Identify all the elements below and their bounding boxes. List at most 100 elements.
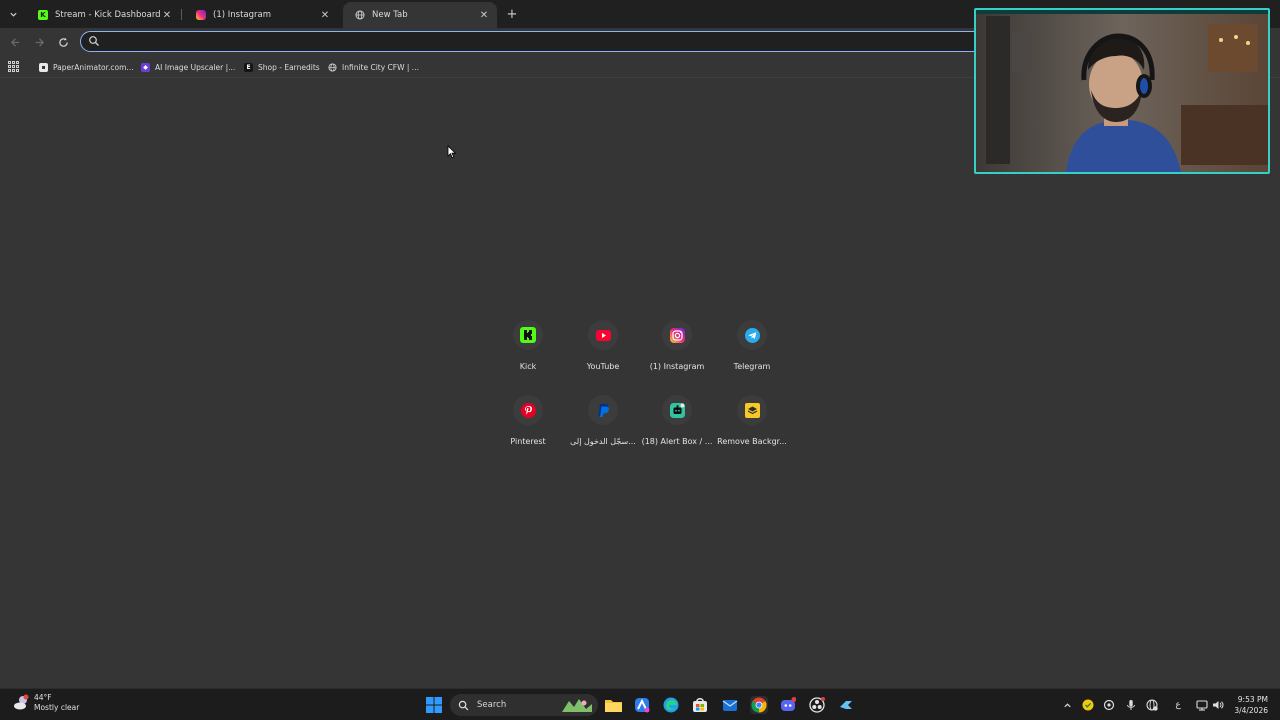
- bookmark-label: AI Image Upscaler |...: [155, 62, 236, 72]
- obs-icon: [809, 697, 825, 713]
- shortcut-tile: [662, 395, 692, 425]
- webcam-overlay: [974, 8, 1270, 174]
- tab-search-button[interactable]: [4, 5, 22, 23]
- search-icon: [458, 700, 469, 710]
- shortcut-telegram[interactable]: Telegram: [714, 318, 790, 388]
- browser-window: K Stream - Kick Dashboard ✕ (1) Instagra…: [0, 0, 1280, 720]
- language-indicator[interactable]: ع: [1171, 698, 1185, 712]
- shortcut-tile: [737, 320, 767, 350]
- forward-button[interactable]: [30, 33, 48, 51]
- bookmark-ai-image-upscaler[interactable]: ◆ AI Image Upscaler |...: [141, 60, 235, 74]
- shortcut-tile: [588, 320, 618, 350]
- shortcut-label: (18) Alert Box / ...: [641, 437, 713, 446]
- clock-date: 3/4/2026: [1234, 706, 1268, 715]
- tab-title: New Tab: [372, 10, 408, 20]
- shortcut-alert-box[interactable]: (18) Alert Box / ...: [639, 393, 715, 463]
- shortcut-tile: [737, 395, 767, 425]
- arrow-left-icon: [10, 37, 19, 47]
- tab-separator: [181, 9, 182, 20]
- shortcut-tile: [662, 320, 692, 350]
- taskbar-file-explorer[interactable]: [604, 696, 622, 714]
- tab-instagram[interactable]: (1) Instagram ✕: [184, 2, 338, 28]
- apps-grid-icon[interactable]: [8, 61, 19, 72]
- moon-cloud-icon: [14, 694, 29, 710]
- shortcut-instagram[interactable]: (1) Instagram: [639, 318, 715, 388]
- shortcut-label: Pinterest: [510, 437, 546, 446]
- shortcut-label: (1) Instagram: [649, 362, 705, 371]
- close-icon[interactable]: ✕: [160, 8, 174, 22]
- arrow-right-icon: [35, 37, 44, 47]
- bookmark-infinite-city[interactable]: Infinite City CFW | ...: [328, 60, 419, 74]
- edge-icon: [663, 697, 679, 713]
- system-clock[interactable]: 9:53 PM 3/4/2026: [1234, 694, 1268, 716]
- shortcut-paypal[interactable]: سجّل الدخول إلى...: [565, 393, 641, 463]
- kick-icon: K: [38, 10, 48, 20]
- windows-taskbar: 44°F Mostly clear Search ع 9:53 PM 3/4/2…: [0, 688, 1280, 720]
- taskbar-chrome[interactable]: [750, 696, 768, 714]
- shortcut-label: Remove Backgr...: [717, 437, 787, 446]
- address-input[interactable]: [105, 34, 985, 49]
- globe-icon: [328, 62, 337, 72]
- shortcut-label: سجّل الدخول إلى...: [570, 437, 636, 446]
- weather-temp: 44°F: [34, 693, 52, 702]
- back-button[interactable]: [6, 33, 24, 51]
- close-icon[interactable]: ✕: [477, 8, 491, 22]
- taskbar-obs[interactable]: [808, 696, 826, 714]
- shortcut-label: YouTube: [586, 362, 620, 371]
- taskbar-edge[interactable]: [662, 696, 680, 714]
- bookmark-label: Shop - Earnedits: [258, 62, 320, 72]
- chevron-up-icon: [1063, 702, 1071, 707]
- tab-new-tab[interactable]: New Tab ✕: [343, 2, 497, 28]
- shortcut-remove-background[interactable]: Remove Backgr...: [714, 393, 790, 463]
- tray-camera-icon[interactable]: [1102, 698, 1116, 712]
- taskbar-m365-copilot[interactable]: [633, 696, 651, 714]
- paypal-icon: [598, 403, 609, 417]
- reload-button[interactable]: [54, 33, 72, 51]
- weather-widget[interactable]: 44°F Mostly clear: [12, 693, 79, 713]
- shortcut-tile: [513, 320, 543, 350]
- taskbar-search-box[interactable]: Search: [450, 694, 598, 716]
- webcam-frame-accent: [976, 10, 1268, 14]
- tray-norton-icon[interactable]: [1081, 698, 1095, 712]
- close-icon[interactable]: ✕: [318, 8, 332, 22]
- youtube-icon: [595, 329, 611, 341]
- tray-microphone-icon[interactable]: [1124, 698, 1138, 712]
- instagram-icon: [669, 327, 685, 343]
- tab-title: (1) Instagram: [213, 10, 271, 20]
- folder-icon: [604, 700, 622, 712]
- new-tab-button[interactable]: +: [504, 6, 520, 22]
- tray-network-icon[interactable]: [1195, 698, 1209, 712]
- tab-kick-dashboard[interactable]: K Stream - Kick Dashboard ✕: [26, 2, 180, 28]
- taskbar-discord[interactable]: [779, 696, 797, 714]
- search-icon: [89, 36, 99, 46]
- clock-time: 9:53 PM: [1237, 695, 1268, 704]
- search-highlight-icon: [562, 699, 592, 712]
- shortcut-label: Kick: [519, 362, 537, 371]
- earnedits-icon: E: [244, 62, 253, 72]
- start-button[interactable]: [425, 696, 443, 714]
- taskbar-search-label: Search: [477, 700, 507, 710]
- shortcut-kick[interactable]: Kick: [490, 318, 566, 388]
- shortcut-label: Telegram: [733, 362, 771, 371]
- shortcut-tile: [513, 395, 543, 425]
- bookmark-earnedits[interactable]: E Shop - Earnedits: [244, 60, 320, 74]
- tray-volume-icon[interactable]: [1211, 698, 1225, 712]
- bookmark-paperanimator[interactable]: ▪ PaperAnimator.com...: [39, 60, 134, 74]
- taskbar-store[interactable]: [691, 696, 709, 714]
- tab-title: Stream - Kick Dashboard: [55, 10, 160, 20]
- tray-vpn-icon[interactable]: [1145, 698, 1159, 712]
- chrome-icon: [751, 697, 767, 713]
- show-hidden-icons-button[interactable]: [1060, 698, 1074, 712]
- shortcut-pinterest[interactable]: Pinterest: [490, 393, 566, 463]
- weather-desc: Mostly clear: [34, 703, 80, 712]
- address-bar[interactable]: [80, 31, 1010, 52]
- telegram-icon: [744, 327, 760, 343]
- reload-icon: [58, 37, 68, 47]
- taskbar-steam[interactable]: [837, 696, 855, 714]
- shortcut-youtube[interactable]: YouTube: [565, 318, 641, 388]
- mouse-cursor-icon: [447, 145, 457, 159]
- alertbox-icon: [669, 402, 685, 418]
- taskbar-outlook[interactable]: [721, 696, 739, 714]
- paperanimator-icon: ▪: [39, 62, 48, 72]
- bookmark-label: PaperAnimator.com...: [53, 62, 134, 72]
